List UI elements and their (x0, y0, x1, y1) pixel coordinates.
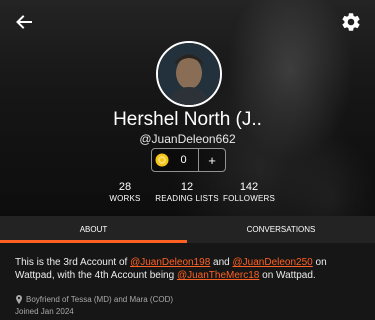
tab-conversations[interactable]: CONVERSATIONS (187, 216, 375, 243)
back-button[interactable] (14, 12, 34, 32)
profile-handle: @JuanDeleon662 (139, 132, 236, 146)
profile-stats: 28 WORKS 12 READING LISTS 142 FOLLOWERS (0, 181, 375, 211)
profile-location: Boyfriend of Tessa (MD) and Mara (COD) (15, 295, 173, 304)
coin-balance: 0 + (151, 148, 226, 172)
mention-link[interactable]: @JuanTheMerc18 (177, 270, 259, 281)
mention-link[interactable]: @JuanDeleon198 (130, 257, 210, 268)
mention-link[interactable]: @JuanDeleon250 (233, 257, 313, 268)
about-text: and (210, 257, 233, 268)
about-description: This is the 3rd Account of @JuanDeleon19… (15, 256, 360, 282)
stat-label: FOLLOWERS (222, 194, 276, 203)
join-date: Joined Jan 2024 (15, 307, 74, 316)
active-tab-indicator (0, 240, 187, 243)
arrow-left-icon (16, 15, 32, 29)
stat-followers[interactable]: 142 FOLLOWERS (204, 181, 294, 203)
avatar-portrait (158, 43, 220, 105)
stat-value: 142 (239, 181, 259, 193)
settings-button[interactable] (340, 11, 362, 33)
location-pin-icon (16, 295, 22, 304)
coin-count: 0 (180, 154, 187, 166)
about-text: on Wattpad. (259, 270, 316, 281)
avatar[interactable] (156, 41, 222, 107)
profile-tabs: ABOUT CONVERSATIONS (0, 216, 375, 243)
gear-icon (342, 13, 360, 31)
profile-name: Hershel North (J.. (113, 109, 262, 130)
add-coins-button[interactable]: + (199, 153, 225, 168)
location-text: Boyfriend of Tessa (MD) and Mara (COD) (26, 295, 174, 304)
about-text: This is the 3rd Account of (15, 257, 131, 268)
tab-about[interactable]: ABOUT (0, 216, 187, 243)
coin-icon (155, 153, 169, 167)
